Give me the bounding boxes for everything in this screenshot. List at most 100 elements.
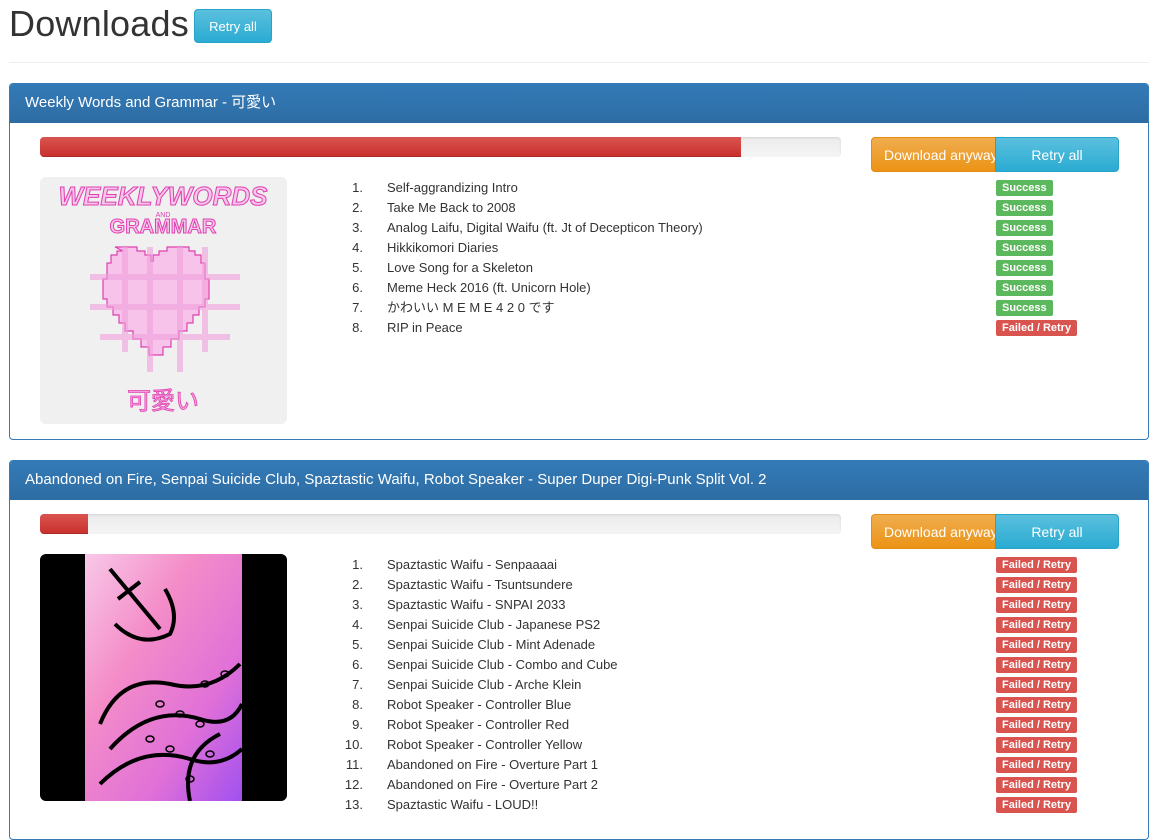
svg-text:WEEKLYWORDS: WEEKLYWORDS xyxy=(59,181,269,211)
track-row: 3. Spaztastic Waifu - SNPAI 2033 Failed / … xyxy=(330,595,1090,615)
status-badge-failed-retry[interactable]: Failed / Retry xyxy=(996,320,1078,336)
track-title: Analog Laifu, Digital Waifu (ft. Jt of D… xyxy=(387,220,703,235)
page-title: Downloads xyxy=(9,3,189,44)
status-badge-failed-retry[interactable]: Failed / Retry xyxy=(996,777,1078,793)
status-badge-failed-retry[interactable]: Failed / Retry xyxy=(996,617,1078,633)
track-row: 8. RIP in Peace Failed / Retry xyxy=(330,318,1090,338)
album-progress-fill xyxy=(40,137,741,157)
download-anyway-button[interactable]: Download anyway xyxy=(871,137,997,172)
track-row: 1. Spaztastic Waifu - Senpaaaai Failed / R… xyxy=(330,555,1090,575)
track-title: Spaztastic Waifu - Tsuntsundere xyxy=(387,577,573,592)
status-badge-failed-retry[interactable]: Failed / Retry xyxy=(996,577,1078,593)
track-row: 1. Self-aggrandizing Intro Success xyxy=(330,178,1090,198)
track-row: 5. Senpai Suicide Club - Mint Adenade Fail… xyxy=(330,635,1090,655)
track-number: 9. xyxy=(352,717,363,732)
status-badge-success: Success xyxy=(996,220,1053,236)
album-title: Abandoned on Fire, Senpai Suicide Club, … xyxy=(10,461,1148,500)
status-badge-failed-retry[interactable]: Failed / Retry xyxy=(996,717,1078,733)
track-row: 11. Abandoned on Fire - Overture Part 1 Fa… xyxy=(330,755,1090,775)
status-badge-success: Success xyxy=(996,300,1053,316)
svg-text:可愛い: 可愛い xyxy=(127,388,199,415)
track-number: 8. xyxy=(352,697,363,712)
album-cover-image xyxy=(40,554,287,801)
status-badge-failed-retry[interactable]: Failed / Retry xyxy=(996,597,1078,613)
status-badge-failed-retry[interactable]: Failed / Retry xyxy=(996,797,1078,813)
track-row: 6. Senpai Suicide Club - Combo and Cube Fa… xyxy=(330,655,1090,675)
track-row: 5. Love Song for a Skeleton Success xyxy=(330,258,1090,278)
track-number: 3. xyxy=(352,220,363,235)
track-number: 13. xyxy=(344,797,363,812)
album-panel: Weekly Words and Grammar - 可愛い Download … xyxy=(9,83,1149,440)
track-row: 13. Spaztastic Waifu - LOUD!! Failed / Ret… xyxy=(330,795,1090,815)
track-title: Meme Heck 2016 (ft. Unicorn Hole) xyxy=(387,280,591,295)
album-retry-all-button[interactable]: Retry all xyxy=(995,137,1119,172)
track-number: 6. xyxy=(352,657,363,672)
track-row: 4. Senpai Suicide Club - Japanese PS2 Fail… xyxy=(330,615,1090,635)
track-title: Spaztastic Waifu - LOUD!! xyxy=(387,797,539,812)
track-row: 12. Abandoned on Fire - Overture Part 2 Fa… xyxy=(330,775,1090,795)
track-number: 5. xyxy=(352,637,363,652)
status-badge-success: Success xyxy=(996,240,1053,256)
track-title: Abandoned on Fire - Overture Part 1 xyxy=(387,757,599,772)
status-badge-failed-retry[interactable]: Failed / Retry xyxy=(996,637,1078,653)
status-badge-failed-retry[interactable]: Failed / Retry xyxy=(996,697,1078,713)
track-row: 7. Senpai Suicide Club - Arche Klein Faile… xyxy=(330,675,1090,695)
album-progress-bar xyxy=(40,514,841,534)
track-number: 4. xyxy=(352,240,363,255)
track-row: 7. かわいい M E M E 4 2 0 です Success xyxy=(330,298,1090,318)
album-retry-all-button[interactable]: Retry all xyxy=(995,514,1119,549)
status-badge-failed-retry[interactable]: Failed / Retry xyxy=(996,677,1078,693)
retry-all-downloads-button[interactable]: Retry all xyxy=(194,9,272,43)
album-progress-bar xyxy=(40,137,841,157)
track-title: Senpai Suicide Club - Mint Adenade xyxy=(387,637,596,652)
track-title: RIP in Peace xyxy=(387,320,463,335)
track-number: 3. xyxy=(352,597,363,612)
track-title: Spaztastic Waifu - SNPAI 2033 xyxy=(387,597,566,612)
album-actions: Download anyway Retry all xyxy=(871,137,1119,172)
track-number: 12. xyxy=(344,777,363,792)
track-number: 1. xyxy=(352,557,363,572)
download-anyway-button[interactable]: Download anyway xyxy=(871,514,997,549)
track-row: 2. Spaztastic Waifu - Tsuntsundere Failed … xyxy=(330,575,1090,595)
track-title: Take Me Back to 2008 xyxy=(387,200,516,215)
track-number: 6. xyxy=(352,280,363,295)
track-row: 9. Robot Speaker - Controller Red Failed /… xyxy=(330,715,1090,735)
track-title: Robot Speaker - Controller Red xyxy=(387,717,570,732)
track-title: Hikkikomori Diaries xyxy=(387,240,499,255)
track-title: Senpai Suicide Club - Arche Klein xyxy=(387,677,582,692)
track-number: 7. xyxy=(352,300,363,315)
album-title: Weekly Words and Grammar - 可愛い xyxy=(10,84,1148,123)
track-number: 8. xyxy=(352,320,363,335)
track-title: Love Song for a Skeleton xyxy=(387,260,533,275)
track-number: 11. xyxy=(345,757,363,772)
track-number: 4. xyxy=(352,617,363,632)
track-row: 3. Analog Laifu, Digital Waifu (ft. Jt of… xyxy=(330,218,1090,238)
track-title: Senpai Suicide Club - Japanese PS2 xyxy=(387,617,601,632)
svg-text:GRAMMAR: GRAMMAR xyxy=(110,216,217,238)
page-header: Downloads Retry all xyxy=(9,0,1149,63)
track-number: 2. xyxy=(352,200,363,215)
status-badge-success: Success xyxy=(996,280,1053,296)
track-list: 1. Self-aggrandizing Intro Success 2. Take … xyxy=(330,178,1090,338)
track-title: かわいい M E M E 4 2 0 です xyxy=(387,300,555,315)
track-title: Abandoned on Fire - Overture Part 2 xyxy=(387,777,599,792)
status-badge-success: Success xyxy=(996,200,1053,216)
track-list: 1. Spaztastic Waifu - Senpaaaai Failed / R… xyxy=(330,555,1090,815)
track-number: 2. xyxy=(352,577,363,592)
track-title: Robot Speaker - Controller Yellow xyxy=(387,737,583,752)
status-badge-success: Success xyxy=(996,260,1053,276)
status-badge-failed-retry[interactable]: Failed / Retry xyxy=(996,657,1078,673)
track-row: 8. Robot Speaker - Controller Blue Failed … xyxy=(330,695,1090,715)
status-badge-failed-retry[interactable]: Failed / Retry xyxy=(996,557,1078,573)
track-row: 2. Take Me Back to 2008 Success xyxy=(330,198,1090,218)
status-badge-failed-retry[interactable]: Failed / Retry xyxy=(996,757,1078,773)
track-number: 5. xyxy=(352,260,363,275)
album-progress-fill xyxy=(40,514,89,534)
track-title: Senpai Suicide Club - Combo and Cube xyxy=(387,657,618,672)
track-title: Robot Speaker - Controller Blue xyxy=(387,697,572,712)
status-badge-success: Success xyxy=(996,180,1053,196)
album-cover-image: WEEKLYWORDS AND GRAMMAR 可愛い xyxy=(40,177,287,424)
track-row: 10. Robot Speaker - Controller Yellow Fail… xyxy=(330,735,1090,755)
track-number: 7. xyxy=(352,677,363,692)
status-badge-failed-retry[interactable]: Failed / Retry xyxy=(996,737,1078,753)
